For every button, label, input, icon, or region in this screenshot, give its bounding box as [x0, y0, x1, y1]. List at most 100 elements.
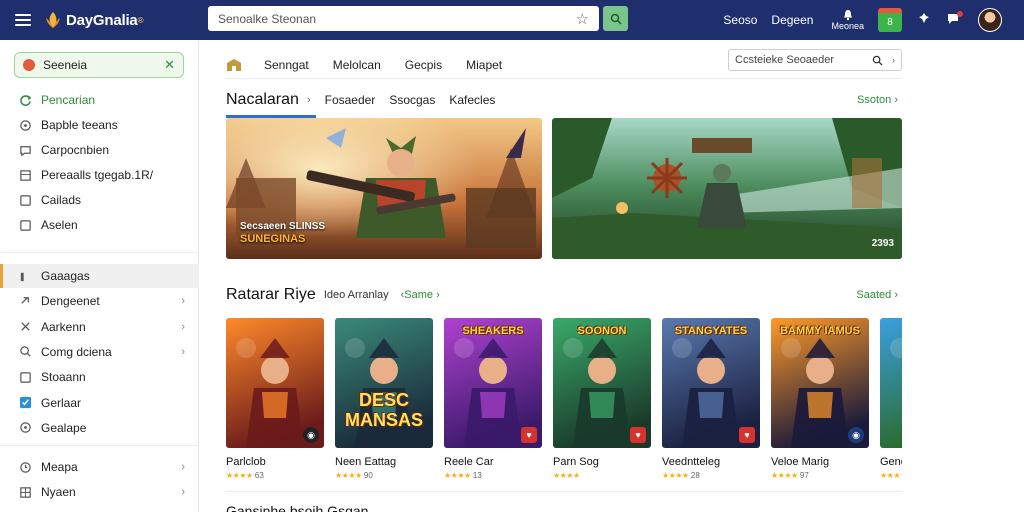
see-more-link[interactable]: Saated ›: [856, 289, 898, 301]
calendar-label: 8: [887, 17, 893, 28]
sidebar-item-comg-dciena[interactable]: Comg dciena ›: [0, 340, 199, 364]
close-icon[interactable]: ✕: [164, 57, 175, 73]
app-logo[interactable]: DayGnalia ®: [43, 10, 143, 30]
sidebar-item-aselen[interactable]: Aselen: [0, 213, 199, 237]
sidebar-item-pencarian[interactable]: Pencarian: [0, 88, 199, 112]
game-cover: SOONON ♥: [553, 318, 651, 448]
game-tile[interactable]: Gene ★★★★: [880, 318, 902, 478]
game-cover: ◉: [226, 318, 324, 448]
document-icon: [18, 168, 32, 182]
tab-3[interactable]: Gecpis: [405, 58, 442, 72]
calendar-icon[interactable]: 8: [878, 8, 902, 32]
store-search: ›: [728, 49, 902, 71]
star-rating-icon: ★★★★: [662, 471, 689, 478]
sidebar-item-dengeenet[interactable]: Dengeenet ›: [0, 289, 199, 313]
game-cover: [880, 318, 902, 448]
sidebar-item-bapble-teeans[interactable]: Bapble teeans: [0, 113, 199, 137]
sidebar-top-chip[interactable]: Seeneia ✕: [14, 52, 184, 78]
game-rating: ★★★★ 13: [444, 471, 542, 478]
sidebar-item-gaaagas[interactable]: Gaaagas: [0, 264, 199, 288]
sidebar-item-label: Aarkenn: [41, 319, 86, 334]
platform-badge-icon: ◉: [848, 427, 864, 443]
notifications-label: Meonea: [831, 21, 864, 31]
settings-icon[interactable]: [916, 10, 932, 31]
platform-badge-icon: ♥: [630, 427, 646, 443]
sidebar-item-aarkenn[interactable]: Aarkenn ›: [0, 315, 199, 339]
menu-icon[interactable]: [15, 14, 31, 26]
search-input[interactable]: [218, 11, 576, 26]
sidebar-item-stoaann[interactable]: Stoaann: [0, 365, 199, 389]
circle-icon: [18, 421, 32, 435]
game-tile[interactable]: STANGYATES ♥ Veedntteleg ★★★★ 28: [662, 318, 760, 478]
game-rating: ★★★★: [880, 471, 902, 478]
section-link-2[interactable]: Ssocgas: [389, 93, 435, 107]
game-cover-logo: SOONON: [577, 325, 627, 337]
section-title[interactable]: Ratarar Riye: [226, 286, 316, 304]
refresh-icon: [18, 93, 32, 107]
record-icon: [23, 59, 35, 71]
sidebar-item-carpocnbien[interactable]: Carpocnbien: [0, 138, 199, 162]
game-cover-logo: STANGYATES: [674, 325, 748, 337]
game-tile[interactable]: SHEAKERS ♥ Reele Car ★★★★ 13: [444, 318, 542, 478]
top-link-1[interactable]: Seoso: [723, 13, 757, 27]
sidebar-item-gerlaar[interactable]: Gerlaar: [0, 391, 199, 415]
tab-2[interactable]: Melolcan: [333, 58, 381, 72]
star-rating-icon: ★★★★: [335, 471, 362, 478]
tab-1[interactable]: Senngat: [264, 58, 309, 72]
sidebar-item-cailads[interactable]: Cailads: [0, 188, 199, 212]
game-tile[interactable]: SOONON ♥ Parn Sog ★★★★: [553, 318, 651, 478]
featured-banner-2[interactable]: 2393: [552, 118, 902, 259]
game-cover-logo: DESC MANSAS: [344, 390, 423, 430]
chat-alert-icon[interactable]: [946, 10, 964, 31]
chevron-right-icon: ›: [181, 320, 185, 333]
square-icon: [18, 218, 32, 232]
main-content: Senngat Melolcan Gecpis Miapet › Nacalar…: [200, 40, 1024, 512]
rating-count: 63: [252, 471, 264, 478]
store-search-input[interactable]: [735, 54, 868, 66]
sidebar-item-label: Carpocnbien: [41, 143, 110, 157]
chevron-right-icon: ›: [181, 345, 185, 358]
tab-4[interactable]: Miapet: [466, 58, 502, 72]
game-title: Parlclob: [226, 456, 266, 468]
sidebar-item-pereaalls-tgegab-1r[interactable]: Pereaalls tgegab.1R/: [0, 163, 199, 187]
sidebar-item-label: Gerlaar: [41, 395, 82, 410]
app-name: DayGnalia: [66, 11, 138, 29]
top-right-actions: Seoso Degeen Meonea 8: [723, 0, 1024, 40]
search-button[interactable]: [603, 6, 628, 31]
section-filter-link[interactable]: ‹Same ›: [401, 289, 440, 301]
section-title[interactable]: Gansinhe bsoih Gsgan: [226, 503, 368, 512]
star-rating-icon: ★★★★: [880, 471, 902, 478]
notifications-button[interactable]: Meonea: [831, 9, 864, 31]
search-icon[interactable]: [872, 55, 883, 66]
store-icon[interactable]: [226, 58, 242, 72]
logo-leaf-icon: [46, 12, 60, 28]
banner-caption: Secsaeen SLINSS SUNEGINAS: [240, 221, 326, 245]
sidebar-item-label: Nyaen: [41, 485, 76, 499]
platform-badge-icon: ◉: [303, 427, 319, 443]
top-link-2[interactable]: Degeen: [771, 13, 813, 27]
game-tile[interactable]: ◉ Parlclob ★★★★ 63: [226, 318, 324, 478]
see-more-link[interactable]: Ssoton ›: [857, 94, 898, 106]
game-rating: ★★★★ 97: [771, 471, 869, 478]
avatar[interactable]: [978, 8, 1002, 32]
square-icon: [18, 370, 32, 384]
sidebar-item-gealape[interactable]: Gealape: [0, 416, 199, 440]
sidebar-item-meapa[interactable]: Meapa ›: [0, 455, 199, 479]
section-link-1[interactable]: Fosaeder: [325, 93, 376, 107]
game-title: Neen Eattag: [335, 456, 397, 468]
platform-badge-icon: ♥: [521, 427, 537, 443]
game-tile[interactable]: BAMMY IAMUS ◉ Veloe Marig ★★★★ 97: [771, 318, 869, 478]
game-rating: ★★★★: [553, 471, 651, 478]
game-cover: DESC MANSAS: [335, 318, 433, 448]
link-icon: [18, 294, 32, 308]
section-title[interactable]: Nacalaran: [226, 91, 299, 109]
star-icon[interactable]: ☆: [576, 10, 589, 28]
sidebar-item-nyaen[interactable]: Nyaen ›: [0, 480, 199, 504]
featured-banner-1[interactable]: Secsaeen SLINSS SUNEGINAS: [226, 118, 542, 259]
game-tile[interactable]: DESC MANSAS Neen Eattag ★★★★ 90: [335, 318, 433, 478]
sidebar-item-label: Pencarian: [41, 93, 96, 107]
section-popular-header: Ratarar Riye Ideo Arranlay ‹Same › Saate…: [226, 284, 902, 306]
chevron-right-icon[interactable]: ›: [892, 55, 895, 65]
chevron-right-icon: ›: [181, 295, 185, 308]
section-link-3[interactable]: Kafecles: [449, 93, 495, 107]
